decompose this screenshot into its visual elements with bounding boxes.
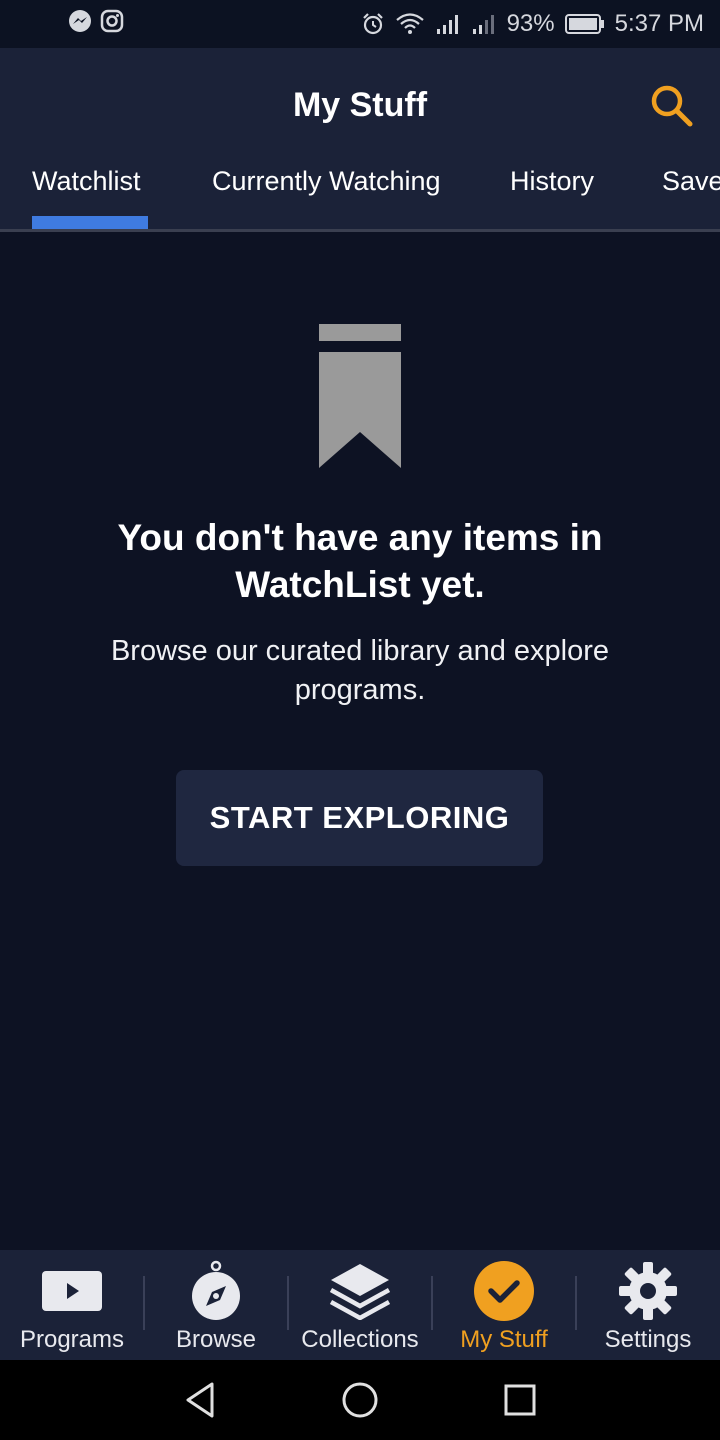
recents-button[interactable] [500, 1380, 540, 1420]
compass-icon [192, 1260, 240, 1320]
nav-label: My Stuff [460, 1326, 548, 1353]
signal-roaming-icon [471, 12, 497, 36]
start-exploring-button[interactable]: START EXPLORING [176, 770, 543, 866]
play-icon [42, 1271, 102, 1311]
tab-watchlist[interactable]: Watchlist [32, 166, 141, 197]
gear-icon [619, 1262, 677, 1320]
nav-programs[interactable]: Programs [0, 1250, 144, 1360]
system-navigation-bar [0, 1360, 720, 1440]
tab-history[interactable]: History [510, 166, 594, 197]
bottom-navigation: Programs Browse Collections My Stuff Set… [0, 1250, 720, 1360]
search-button[interactable] [648, 82, 696, 130]
nav-label: Collections [301, 1326, 419, 1353]
tab-bar: Watchlist Currently Watching History Sav… [0, 160, 720, 232]
tab-currently-watching[interactable]: Currently Watching [212, 166, 441, 197]
empty-state-title: You don't have any items in WatchList ye… [117, 517, 603, 605]
home-button[interactable] [340, 1380, 380, 1420]
wifi-icon [395, 12, 425, 36]
nav-label: Browse [175, 1326, 257, 1353]
app-header: My Stuff [0, 48, 720, 160]
back-icon [186, 1382, 214, 1418]
nav-browse[interactable]: Browse [144, 1250, 288, 1360]
tab-saved[interactable]: Save [662, 166, 720, 197]
nav-my-stuff[interactable]: My Stuff [432, 1250, 576, 1360]
nav-label: Programs [19, 1326, 125, 1353]
recents-icon [504, 1384, 536, 1416]
messenger-icon [68, 9, 92, 40]
empty-state-subtitle: Browse our curated library and explore p… [110, 635, 610, 706]
nav-settings[interactable]: Settings [576, 1250, 720, 1360]
home-icon [342, 1382, 378, 1418]
check-circle-icon [474, 1261, 534, 1321]
status-bar: 93% 5:37 PM [0, 0, 720, 48]
signal-icon [435, 12, 461, 36]
nav-label: Settings [604, 1326, 692, 1353]
back-button[interactable] [180, 1380, 220, 1420]
battery-icon [564, 13, 605, 35]
page-title: My Stuff [292, 86, 428, 124]
active-tab-indicator [32, 216, 148, 229]
nav-collections[interactable]: Collections [288, 1250, 432, 1360]
bookmark-icon [319, 324, 401, 468]
instagram-icon [100, 9, 124, 40]
alarm-icon [361, 12, 385, 36]
battery-percent: 93% [506, 10, 555, 37]
clock: 5:37 PM [614, 10, 704, 37]
search-icon [651, 85, 693, 127]
layers-icon [329, 1264, 391, 1320]
